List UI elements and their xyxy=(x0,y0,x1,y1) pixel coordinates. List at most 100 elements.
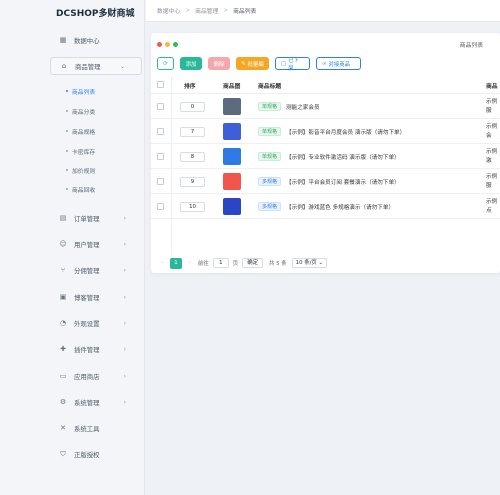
product-title[interactable]: 测能之家会员 xyxy=(286,103,320,111)
sidebar-item-plugins[interactable]: ✚ 插件管理 › xyxy=(50,340,142,358)
pagination: ‹ 1 › 前往 1 页 确定 共 5 条 10 条/页 ⌄ xyxy=(157,257,328,269)
off-shelf-button[interactable]: ▢ 已下架 xyxy=(275,57,310,72)
prev-page-icon[interactable]: ‹ xyxy=(157,260,167,266)
column-header-sort[interactable]: 排序 xyxy=(184,81,196,90)
page-number-current[interactable]: 1 xyxy=(170,257,182,269)
sidebar-subitem-recycle[interactable]: 商品回收 xyxy=(66,182,95,196)
gear-icon: ⚙ xyxy=(59,398,67,406)
goto-page-input[interactable]: 1 xyxy=(212,258,229,268)
sample-cell: 示例服 xyxy=(486,173,497,191)
minimize-dot-icon[interactable] xyxy=(165,42,170,47)
chevron-down-icon: ⌄ xyxy=(318,260,324,266)
next-page-icon[interactable]: › xyxy=(185,260,195,266)
sidebar-subitem-label: 商品分类 xyxy=(72,109,96,116)
tools-icon: ✕ xyxy=(60,424,66,432)
sidebar-item-users[interactable]: ☺ 用户管理 › xyxy=(50,235,142,253)
sidebar-subitem-product-list[interactable]: 商品列表 xyxy=(66,84,95,98)
row-checkbox[interactable] xyxy=(157,128,164,135)
product-title[interactable]: 【示例】影音平台月度会员 演示版（请勿下单） xyxy=(286,128,405,136)
sample-cell: 示例会 xyxy=(486,123,497,141)
sort-input[interactable]: 9 xyxy=(180,177,205,187)
sidebar-subitem-markup[interactable]: 加价规则 xyxy=(66,163,95,177)
close-dot-icon[interactable] xyxy=(157,42,162,47)
sidebar-item-tools[interactable]: ✕ 系统工具 xyxy=(50,419,142,437)
sidebar-item-data-center[interactable]: ▦ 数据中心 xyxy=(50,31,142,49)
sidebar-item-blog[interactable]: ▣ 博客管理 › xyxy=(50,288,142,306)
product-title[interactable]: 【示例】平台会员订阅 套餐演示（请勿下单） xyxy=(286,178,400,186)
sample-line: 示例 xyxy=(486,174,498,180)
table-row[interactable]: 7 单规格 【示例】影音平台月度会员 演示版（请勿下单） 示例会 xyxy=(151,120,500,144)
batch-edit-label: 批量编 xyxy=(247,61,264,68)
page-size-select[interactable]: 10 条/页 ⌄ xyxy=(291,258,328,268)
refresh-icon: ⟳ xyxy=(163,60,168,67)
breadcrumb-item[interactable]: 数据中心 xyxy=(157,6,180,15)
page-size-value: 10 条/页 xyxy=(295,260,317,266)
sidebar-item-label: 应用商店 xyxy=(74,372,100,381)
link-products-label: 对接商品 xyxy=(328,61,351,68)
delete-button[interactable]: 删除 xyxy=(208,57,230,70)
add-button[interactable]: 添加 xyxy=(180,57,202,70)
sidebar-item-system[interactable]: ⚙ 系统管理 › xyxy=(50,393,142,411)
sample-line: 示例 xyxy=(486,149,498,155)
chevron-right-icon: › xyxy=(123,293,126,301)
sample-line: 示例 xyxy=(486,99,498,105)
sidebar-item-app-store[interactable]: ▭ 应用商店 › xyxy=(50,367,142,385)
table-row[interactable]: 8 单规格 【示例】专业软件激活码 演示版（请勿下单） 示例激 xyxy=(151,145,500,169)
sidebar-subitem-card-stock[interactable]: 卡密库存 xyxy=(66,144,95,158)
blog-icon: ▣ xyxy=(59,293,67,301)
breadcrumb-item[interactable]: 商品管理 xyxy=(195,6,218,15)
select-all-checkbox[interactable] xyxy=(157,81,164,88)
sidebar-item-label: 订单管理 xyxy=(74,214,100,223)
order-icon: ▤ xyxy=(59,214,67,222)
box-icon: ▢ xyxy=(281,60,287,67)
row-checkbox[interactable] xyxy=(157,178,164,185)
sample-line: 服 xyxy=(486,183,492,189)
sidebar-item-label: 商品管理 xyxy=(75,62,101,71)
column-header-sample: 商品 xyxy=(486,84,498,90)
sidebar-subitem-category[interactable]: 商品分类 xyxy=(66,104,95,118)
off-shelf-label: 已下架 xyxy=(288,57,299,72)
store-icon: ▭ xyxy=(59,372,67,380)
batch-edit-button[interactable]: ✎ 批量编 xyxy=(236,57,269,70)
sample-line: 激 xyxy=(486,158,492,164)
product-title[interactable]: 【示例】专业软件激活码 演示版（请勿下单） xyxy=(286,153,400,161)
sample-line: 会 xyxy=(486,133,492,139)
spec-badge: 单规格 xyxy=(258,127,282,136)
sidebar-subitem-spec[interactable]: 商品规格 xyxy=(66,124,95,138)
table-row[interactable]: 0 单规格 测能之家会员 示例服 xyxy=(151,95,500,119)
breadcrumb: 数据中心 > 商品管理 > 商品列表 xyxy=(146,0,500,22)
sort-input[interactable]: 10 xyxy=(180,202,205,212)
row-checkbox[interactable] xyxy=(157,153,164,160)
sidebar-item-commission[interactable]: ⑂ 分佣管理 › xyxy=(50,261,142,279)
chevron-right-icon: › xyxy=(123,345,126,353)
sidebar-item-label: 博客管理 xyxy=(74,293,100,302)
sidebar-item-orders[interactable]: ▤ 订单管理 › xyxy=(50,209,142,227)
row-checkbox[interactable] xyxy=(157,103,164,110)
column-header-title: 商品标题 xyxy=(258,84,282,90)
spec-badge: 单规格 xyxy=(258,102,282,111)
sort-input[interactable]: 7 xyxy=(180,127,205,137)
link-products-button[interactable]: ∞ 对接商品 xyxy=(316,57,361,70)
product-list-panel: 商品列表 ⟳ 添加 删除 ✎ 批量编 ▢ 已下架 ∞ 对接商品 排序 商品图 商品标题… xyxy=(151,33,500,273)
sidebar-item-products[interactable]: ⌂ 商品管理 ⌄ xyxy=(50,57,142,75)
sort-input[interactable]: 0 xyxy=(180,102,205,112)
product-title[interactable]: 【示例】游戏蓝色 多规格演示（请勿下单） xyxy=(286,203,394,211)
sidebar-item-appearance[interactable]: ◔ 外观设置 › xyxy=(50,314,142,332)
table-row[interactable]: 9 多规格 【示例】平台会员订阅 套餐演示（请勿下单） 示例服 xyxy=(151,170,500,194)
breadcrumb-separator: > xyxy=(185,7,191,14)
product-thumbnail xyxy=(223,148,241,165)
chevron-right-icon: › xyxy=(123,266,126,274)
table-row[interactable]: 10 多规格 【示例】游戏蓝色 多规格演示（请勿下单） 示例点 xyxy=(151,195,500,219)
sort-input[interactable]: 8 xyxy=(180,152,205,162)
sidebar-subitem-label: 加价规则 xyxy=(72,168,96,175)
sidebar-subitem-label: 卡密库存 xyxy=(72,149,96,156)
sidebar-item-license[interactable]: ⛉ 正版授权 xyxy=(50,445,142,463)
breadcrumb-separator: > xyxy=(223,7,229,14)
refresh-button[interactable]: ⟳ xyxy=(157,57,174,70)
goto-confirm-button[interactable]: 确定 xyxy=(242,258,263,268)
plugin-icon: ✚ xyxy=(60,345,66,353)
row-checkbox[interactable] xyxy=(157,203,164,210)
spec-badge: 多规格 xyxy=(258,202,282,211)
toolbar: ⟳ 添加 删除 ✎ 批量编 ▢ 已下架 ∞ 对接商品 xyxy=(157,57,361,72)
maximize-dot-icon[interactable] xyxy=(173,42,178,47)
